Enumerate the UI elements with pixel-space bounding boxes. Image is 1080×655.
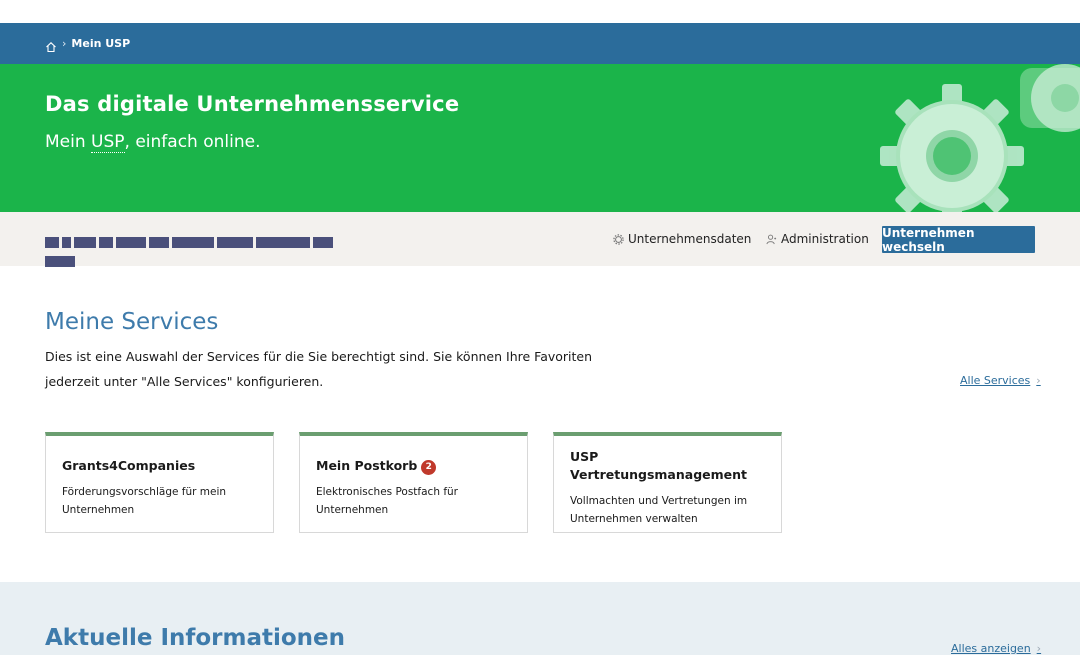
card-title-text: Mein Postkorb: [316, 458, 418, 473]
services-title: Meine Services: [45, 309, 219, 335]
user-icon: [766, 234, 777, 245]
hero-banner: Das digitale Unternehmensservice Mein US…: [0, 64, 1080, 212]
hero-title: Das digitale Unternehmensservice: [45, 92, 460, 116]
service-card-vertretungsmanagement[interactable]: USP Vertretungsmanagement Vollmachten und…: [553, 432, 782, 533]
chevron-right-icon: ›: [1036, 642, 1042, 655]
unread-count-badge: 2: [421, 460, 437, 475]
top-strip: [0, 0, 1080, 23]
card-description-line2: Unternehmen: [316, 504, 389, 516]
card-description: Elektronisches Postfach für Unternehmen: [316, 483, 506, 519]
card-description-line2: Unternehmen: [62, 504, 135, 516]
card-description: Förderungsvorschläge für mein Unternehmen: [62, 483, 252, 519]
show-all-link[interactable]: Alles anzeigen ›: [951, 642, 1041, 655]
switch-company-button[interactable]: Unternehmen wechseln: [882, 226, 1035, 254]
card-title-line1: USP: [570, 449, 599, 464]
services-intro: Dies ist eine Auswahl der Services für d…: [45, 344, 605, 394]
card-description: Vollmachten und Vertretungen im Unternehm…: [570, 492, 760, 528]
company-data-link[interactable]: Unternehmensdaten: [613, 212, 751, 266]
usp-abbreviation: USP: [91, 132, 125, 153]
hero-subtitle: Mein USP, einfach online.: [45, 132, 261, 153]
card-title: Grants4Companies: [62, 458, 196, 473]
breadcrumb-bar: › Mein USP: [0, 23, 1080, 64]
company-data-label: Unternehmensdaten: [628, 232, 752, 246]
hero-subtitle-prefix: Mein: [45, 132, 92, 152]
breadcrumb-current: Mein USP: [71, 37, 131, 50]
all-services-link[interactable]: Alle Services ›: [960, 374, 1041, 387]
administration-label: Administration: [781, 232, 869, 246]
info-title: Aktuelle Informationen: [45, 625, 346, 651]
card-title: Mein Postkorb 2: [316, 457, 437, 475]
breadcrumb: › Mein USP: [45, 23, 130, 64]
card-description-line1: Vollmachten und Vertretungen im: [570, 495, 748, 507]
home-icon[interactable]: [45, 38, 57, 52]
chevron-right-icon: ›: [1036, 374, 1041, 387]
administration-link[interactable]: Administration: [766, 212, 869, 266]
gears-illustration-icon: [880, 64, 1080, 212]
service-card-grants4companies[interactable]: Grants4Companies Förderungsvorschläge fü…: [45, 432, 274, 533]
breadcrumb-separator-icon: ›: [62, 37, 67, 50]
gear-icon: [613, 233, 624, 245]
services-intro-line2: jederzeit unter "Alle Services" konfigur…: [45, 374, 324, 389]
card-description-line1: Elektronisches Postfach für: [316, 486, 458, 498]
company-name-redacted: [45, 232, 363, 267]
card-title-line2: Vertretungsmanagement: [570, 467, 748, 482]
service-card-postkorb[interactable]: Mein Postkorb 2 Elektronisches Postfach f…: [299, 432, 528, 533]
card-description-line1: Förderungsvorschläge für mein: [62, 486, 227, 498]
card-title: USP Vertretungsmanagement: [570, 448, 747, 484]
card-description-line2: Unternehmen verwalten: [570, 513, 698, 525]
show-all-label: Alles anzeigen: [951, 642, 1031, 655]
all-services-label: Alle Services: [960, 374, 1031, 387]
current-information-section: Aktuelle Informationen Alles anzeigen ›: [0, 582, 1080, 655]
hero-subtitle-suffix: , einfach online.: [124, 132, 261, 152]
services-intro-line1: Dies ist eine Auswahl der Services für d…: [45, 349, 593, 364]
